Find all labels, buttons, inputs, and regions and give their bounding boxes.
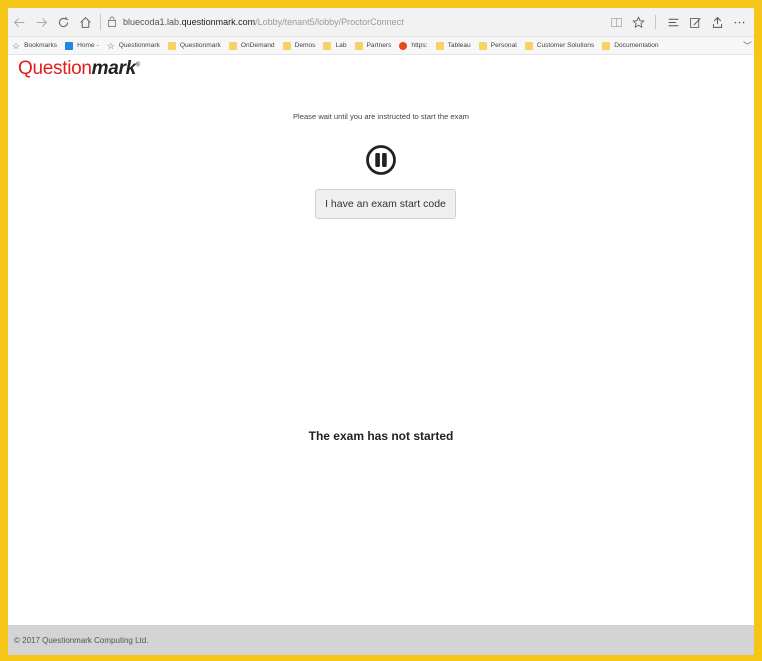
home-icon[interactable]	[74, 11, 96, 33]
exam-start-code-button[interactable]: I have an exam start code	[315, 189, 456, 219]
footer: © 2017 Questionmark Computing Ltd.	[8, 625, 754, 655]
highlight-frame: bluecoda1.lab.questionmark.com/Lobby/ten…	[0, 0, 762, 661]
pause-icon	[366, 145, 396, 175]
folder-icon	[524, 41, 533, 50]
bookmark-item[interactable]: Demos	[282, 41, 315, 50]
folder-icon	[323, 41, 332, 50]
bookmark-item[interactable]: ☆ Bookmarks	[12, 40, 57, 51]
folder-icon	[167, 41, 176, 50]
back-icon[interactable]	[8, 11, 30, 33]
copyright-text: © 2017 Questionmark Computing Ltd.	[14, 635, 149, 645]
blue-square-icon	[65, 41, 74, 50]
folder-icon	[282, 41, 291, 50]
questionmark-logo: Questionmark®	[18, 58, 141, 79]
url-field[interactable]: bluecoda1.lab.questionmark.com/Lobby/ten…	[107, 16, 605, 29]
lock-icon	[107, 16, 117, 29]
star-icon: ☆	[106, 40, 115, 51]
exam-status-message: The exam has not started	[308, 429, 454, 443]
hub-icon[interactable]	[662, 11, 684, 33]
bookmark-item[interactable]: Lab	[323, 41, 347, 50]
bookmark-item[interactable]: Personal	[478, 41, 517, 50]
folder-icon	[228, 41, 237, 50]
address-separator	[100, 14, 101, 30]
chevron-down-icon[interactable]: ﹀	[743, 39, 752, 52]
url-domain: questionmark.com	[181, 17, 256, 27]
folder-icon	[435, 41, 444, 50]
star-icon: ☆	[12, 40, 21, 51]
folder-icon	[354, 41, 363, 50]
bookmark-item[interactable]: Questionmark	[167, 41, 221, 50]
refresh-icon[interactable]	[52, 11, 74, 33]
folder-icon	[478, 41, 487, 50]
bookmarks-bar: ☆ Bookmarks Home - ☆ Questionmark Question…	[8, 37, 754, 55]
address-bar: bluecoda1.lab.questionmark.com/Lobby/ten…	[8, 8, 754, 37]
more-icon[interactable]	[728, 11, 750, 33]
bookmark-item[interactable]: ☆ Questionmark	[106, 40, 160, 51]
forward-icon[interactable]	[30, 11, 52, 33]
globe-icon	[399, 41, 408, 50]
url-host: bluecoda1.lab.	[123, 17, 182, 27]
wait-message: Please wait until you are instructed to …	[292, 112, 469, 121]
url-path: /Lobby/tenant5/lobby/ProctorConnect	[255, 17, 404, 27]
bookmark-item[interactable]: Customer Solutions	[524, 41, 594, 50]
bookmark-item[interactable]: OnDemand	[228, 41, 275, 50]
bookmark-item[interactable]: Home -	[65, 41, 99, 50]
share-icon[interactable]	[706, 11, 728, 33]
reading-view-icon[interactable]	[605, 11, 627, 33]
bookmark-item[interactable]: Partners	[354, 41, 391, 50]
toolbar-separator	[655, 15, 656, 29]
bookmark-item[interactable]: Tableau	[435, 41, 471, 50]
bookmark-item[interactable]: Documentation	[602, 41, 659, 50]
bookmark-item[interactable]: https:	[399, 41, 428, 50]
folder-icon	[602, 41, 611, 50]
web-note-icon[interactable]	[684, 11, 706, 33]
favorite-star-icon[interactable]	[627, 11, 649, 33]
